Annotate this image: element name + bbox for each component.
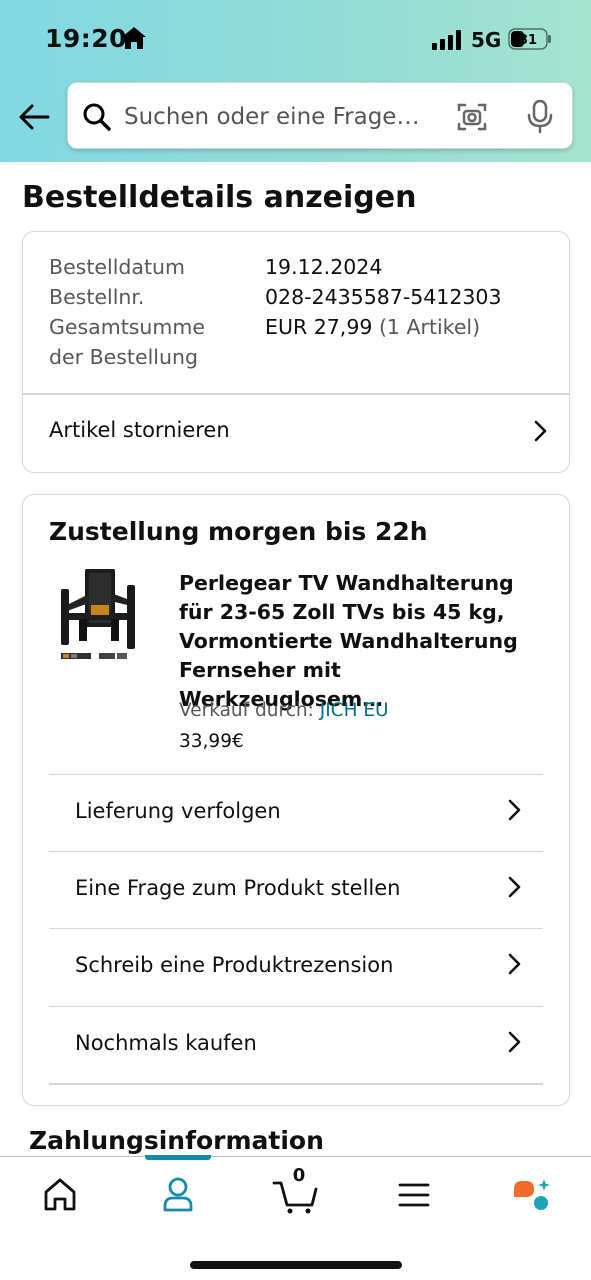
seller-prefix: Verkauf durch: [179,700,314,721]
product-image[interactable] [51,565,143,675]
nav-home[interactable] [30,1173,90,1215]
camera-search-icon[interactable] [456,101,488,133]
divider [49,1083,543,1085]
cancel-items-label: Artikel stornieren [49,418,230,442]
account-icon [163,1177,193,1212]
delivery-card: Zustellung morgen bis 22h Perlegear TV W… [22,494,570,1106]
home-indicator-bar [190,1261,402,1269]
search-input[interactable] [124,101,430,133]
order-item-count: (1 Artikel) [378,315,481,339]
back-arrow-icon[interactable] [16,100,52,134]
nav-cart[interactable]: 0 [266,1165,326,1215]
search-icon [83,103,111,131]
microphone-icon[interactable] [526,99,554,135]
nav-account[interactable] [148,1173,208,1215]
track-delivery-label: Lieferung verfolgen [75,799,281,823]
order-date-label: Bestelldatum [49,255,185,279]
top-bar: 19:20 5G 31 [0,0,591,162]
signal-icon [432,30,461,50]
nav-menu[interactable] [384,1173,444,1215]
search-bar[interactable] [67,82,573,149]
order-number-label: Bestellnr. [49,285,145,309]
battery-icon: 31 [508,28,551,50]
bottom-nav: 0 [0,1155,591,1280]
chevron-right-icon [508,1031,521,1053]
chevron-right-icon [534,420,547,442]
delivery-title: Zustellung morgen bis 22h [49,517,428,546]
product-price: 33,99€ [179,731,244,752]
product-title[interactable]: Perlegear TV Wandhalterung für 23-65 Zol… [179,569,549,714]
rufus-icon [514,1179,550,1210]
nav-rufus[interactable] [500,1173,560,1215]
seller-info: Verkauf durch: JICH EU [179,700,389,721]
page-title: Bestelldetails anzeigen [22,180,417,215]
seller-link[interactable]: JICH EU [320,700,389,721]
order-total-amount: EUR 27,99 [265,315,373,339]
menu-icon [398,1183,430,1207]
write-review-label: Schreib eine Produktrezension [75,953,394,977]
order-total-label: Gesamtsumme [49,315,205,339]
network-type: 5G [471,28,502,52]
order-total-value: EUR 27,99 (1 Artikel) [265,315,480,339]
home-status-icon [122,27,146,49]
active-tab-indicator [145,1155,211,1160]
cancel-items-row[interactable]: Artikel stornieren [23,394,569,472]
buy-again-label: Nochmals kaufen [75,1031,257,1055]
home-icon [44,1178,76,1211]
order-info-card: Bestelldatum 19.12.2024 Bestellnr. 028-2… [22,231,570,473]
write-review-row[interactable]: Schreib eine Produktrezension [49,928,543,1005]
order-total-label-line2: der Bestellung [49,345,198,369]
ask-question-label: Eine Frage zum Produkt stellen [75,876,401,900]
chevron-right-icon [508,876,521,898]
order-date-value: 19.12.2024 [265,255,383,279]
chevron-right-icon [508,953,521,975]
cart-count-badge: 0 [292,1165,306,1186]
payment-info-title: Zahlungsinformation [29,1126,324,1155]
buy-again-row[interactable]: Nochmals kaufen [49,1006,543,1083]
chevron-right-icon [508,799,521,821]
ask-question-row[interactable]: Eine Frage zum Produkt stellen [49,851,543,928]
order-number-value: 028-2435587-5412303 [265,285,502,309]
status-time: 19:20 [45,24,128,53]
track-delivery-row[interactable]: Lieferung verfolgen [49,774,543,851]
svg-text:31: 31 [519,33,537,48]
